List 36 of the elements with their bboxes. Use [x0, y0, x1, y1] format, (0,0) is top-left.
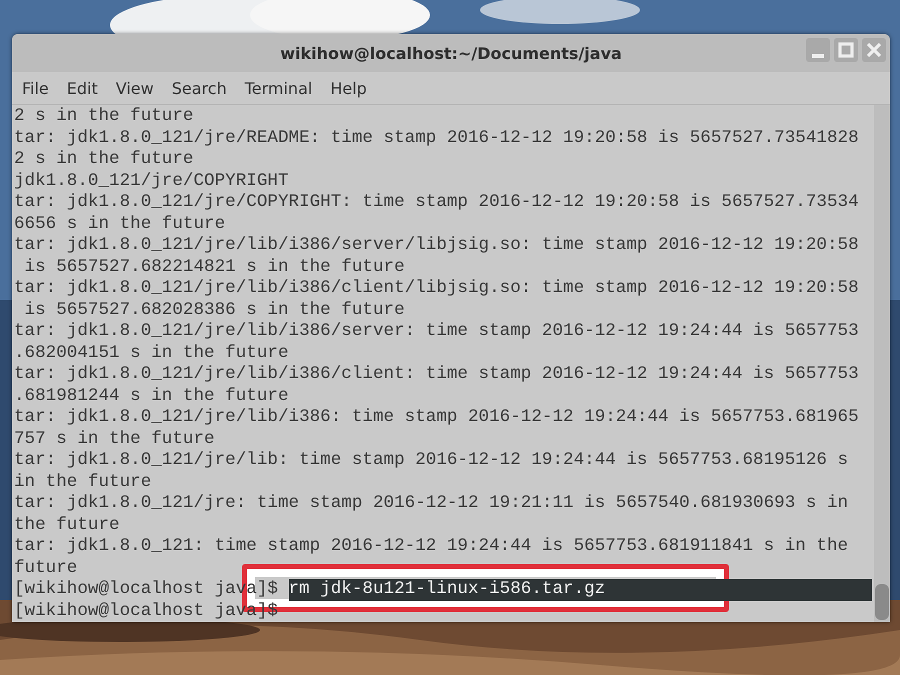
output-line: is 5657527.682214821 s in the future	[24, 256, 405, 278]
output-line: tar: jdk1.8.0_121/jre/lib/i386/client: time stamp 2016-12-12 19:24:44 is 5657753	[14, 364, 859, 386]
output-line: tar: jdk1.8.0_121: time stamp 2016-12-12 19:24:44 is 5657753.681911841 s in the	[14, 536, 848, 558]
output-line: tar: jdk1.8.0_121/jre/lib/i386: time stamp 2016-12-12 19:24:44 is 5657753.681965	[14, 407, 859, 428]
output-line: .682004151 s in the future	[14, 342, 289, 364]
output-line: tar: jdk1.8.0_121/jre/README: time stamp 2016-12-12 19:20:58 is 5657527.73541828	[14, 128, 859, 149]
output-line: tar: jdk1.8.0_121/jre/COPYRIGHT: time stamp 2016-12-12 19:20:58 is 5657527.73534	[14, 192, 859, 214]
output-line: tar: jdk1.8.0_121/jre/lib: time stamp 2016-12-12 19:24:44 is 5657753.68195126 s	[14, 450, 848, 472]
command-text: rm jdk-8u121-linux-i586.tar.gz	[288, 579, 606, 599]
output-line: future	[14, 558, 78, 579]
output-line: in the future	[14, 472, 152, 493]
menu-item[interactable]: Edit	[60, 76, 104, 100]
shell-prompt: [wikihow@localhost java]$	[14, 600, 278, 622]
output-line: tar: jdk1.8.0_121/jre/lib/i386/client/libjsig.so: time stamp 2016-12-12 19:20:58	[14, 278, 859, 300]
menu-item[interactable]: Terminal	[238, 76, 318, 100]
output-line: tar: jdk1.8.0_121/jre/lib/i386/server: time stamp 2016-12-12 19:24:44 is 5657753	[14, 321, 859, 342]
menu-item[interactable]: Help	[324, 76, 373, 100]
close-icon[interactable]	[862, 38, 886, 62]
scrollbar[interactable]	[874, 105, 890, 622]
menu-item[interactable]: Search	[166, 76, 233, 100]
minimize-icon[interactable]	[806, 38, 830, 62]
maximize-icon[interactable]	[834, 38, 858, 62]
output-line: tar: jdk1.8.0_121/jre: time stamp 2016-12-12 19:21:11 is 5657540.681930693 s in	[14, 493, 848, 514]
output-line: is 5657527.682028386 s in the future	[24, 300, 405, 321]
scrollbar-thumb[interactable]	[875, 584, 889, 620]
output-line: jdk1.8.0_121/jre/COPYRIGHT	[14, 170, 289, 192]
menu-item[interactable]: File	[16, 76, 55, 100]
output-line: .681981244 s in the future	[14, 386, 289, 407]
output-line: 6656 s in the future	[14, 214, 226, 235]
output-line: 2 s in the future	[14, 149, 194, 170]
menu-item[interactable]: View	[110, 76, 160, 100]
output-line: tar: jdk1.8.0_121/jre/lib/i386/server/libjsig.so: time stamp 2016-12-12 19:20:58	[14, 235, 859, 256]
output-line: 2 s in the future	[14, 106, 194, 128]
output-line: the future	[14, 514, 120, 536]
output-line: 757 s in the future	[14, 428, 215, 450]
window-title: wikihow@localhost:~/Documents/java	[280, 44, 622, 62]
